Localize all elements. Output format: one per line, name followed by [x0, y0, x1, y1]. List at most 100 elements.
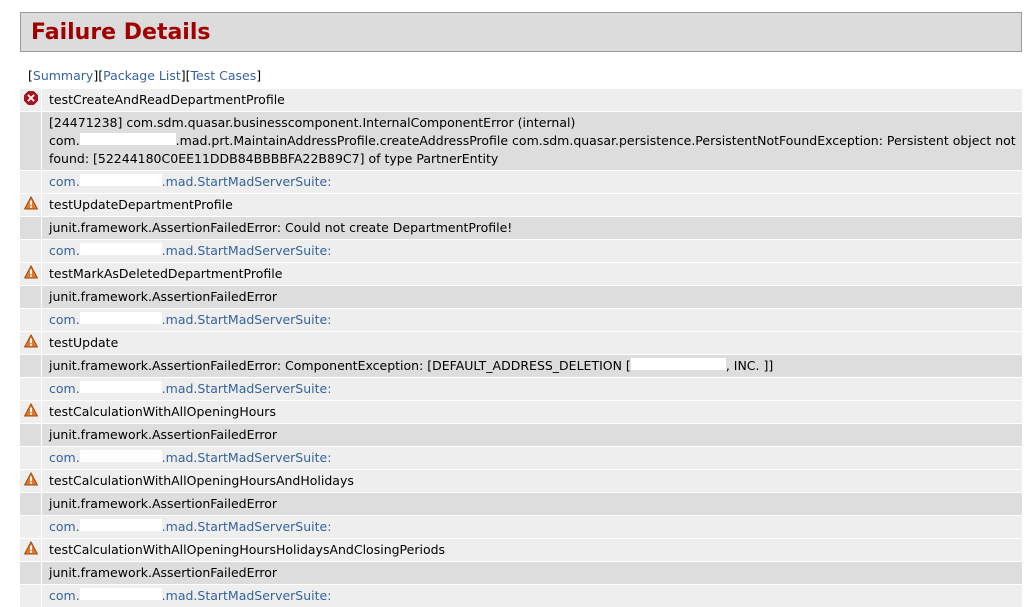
stack-trace-cell: com. .mad.StartMadServerSuite: [42, 516, 1022, 538]
spacer-cell [20, 355, 41, 377]
failure-entry-header: testCreateAndReadDepartmentProfile [20, 89, 1022, 111]
failure-message-cell: junit.framework.AssertionFailedError: Co… [42, 217, 1022, 239]
redacted-text-block [630, 358, 726, 370]
stack-trace-link-suffix: .mad.StartMadServerSuite: [161, 174, 332, 189]
stack-trace-cell: com. .mad.StartMadServerSuite: [42, 309, 1022, 331]
stack-trace-cell: com. .mad.StartMadServerSuite: [42, 447, 1022, 469]
redacted-text-block [79, 450, 162, 462]
stack-trace-row[interactable]: com. .mad.StartMadServerSuite: [20, 585, 1022, 607]
status-icon-cell [20, 470, 41, 492]
stack-trace-row[interactable]: com. .mad.StartMadServerSuite: [20, 240, 1022, 262]
stack-trace-cell: com. .mad.StartMadServerSuite: [42, 378, 1022, 400]
spacer-cell [20, 112, 41, 170]
failure-message-text: junit.framework.AssertionFailedError [49, 289, 278, 304]
status-icon-cell [20, 332, 41, 354]
status-icon-cell [20, 263, 41, 285]
stack-trace-cell: com. .mad.StartMadServerSuite: [42, 240, 1022, 262]
stack-trace-link[interactable]: com. .mad.StartMadServerSuite: [49, 243, 331, 258]
stack-trace-link-suffix: .mad.StartMadServerSuite: [161, 381, 332, 396]
stack-trace-link-suffix: .mad.StartMadServerSuite: [161, 312, 332, 327]
failure-message-row: [24471238] com.sdm.quasar.businesscompon… [20, 112, 1022, 170]
test-name-cell: testCalculationWithAllOpeningHours [42, 401, 1022, 423]
stack-trace-row[interactable]: com. .mad.StartMadServerSuite: [20, 447, 1022, 469]
stack-trace-link-suffix: .mad.StartMadServerSuite: [161, 243, 332, 258]
failure-message-text: junit.framework.AssertionFailedError: Co… [49, 220, 513, 235]
failure-details-table: testCreateAndReadDepartmentProfile [24471… [20, 89, 1022, 607]
stack-trace-link[interactable]: com. .mad.StartMadServerSuite: [49, 381, 331, 396]
failure-message-text: junit.framework.AssertionFailedError [49, 565, 278, 580]
spacer-cell [20, 493, 41, 515]
spacer-cell [20, 240, 41, 262]
failure-message-row: junit.framework.AssertionFailedError [20, 424, 1022, 446]
failure-message-row: junit.framework.AssertionFailedError [20, 562, 1022, 584]
stack-trace-link[interactable]: com. .mad.StartMadServerSuite: [49, 174, 331, 189]
test-name-cell: testUpdateDepartmentProfile [42, 194, 1022, 216]
failure-message-cell: [24471238] com.sdm.quasar.businesscompon… [42, 112, 1022, 170]
failure-entry-header: testCalculationWithAllOpeningHoursHolida… [20, 539, 1022, 561]
spacer-cell [20, 516, 41, 538]
stack-trace-row[interactable]: com. .mad.StartMadServerSuite: [20, 171, 1022, 193]
spacer-cell [20, 424, 41, 446]
test-name: testCalculationWithAllOpeningHours [49, 404, 276, 419]
failure-message-cell: junit.framework.AssertionFailedError [42, 562, 1022, 584]
stack-trace-link-prefix: com. [49, 450, 80, 465]
nav-link-summary[interactable]: Summary [33, 68, 93, 83]
spacer-cell [20, 217, 41, 239]
stack-trace-link-suffix: .mad.StartMadServerSuite: [161, 588, 332, 603]
stack-trace-link-suffix: .mad.StartMadServerSuite: [161, 450, 332, 465]
test-name: testCalculationWithAllOpeningHoursAndHol… [49, 473, 354, 488]
failure-entry-header: testCalculationWithAllOpeningHoursAndHol… [20, 470, 1022, 492]
failure-message-row: junit.framework.AssertionFailedError: Co… [20, 355, 1022, 377]
test-name: testCalculationWithAllOpeningHoursHolida… [49, 542, 446, 557]
stack-trace-link-suffix: .mad.StartMadServerSuite: [161, 519, 332, 534]
failure-message-cell: junit.framework.AssertionFailedError: Co… [42, 355, 1022, 377]
stack-trace-link-prefix: com. [49, 588, 80, 603]
stack-trace-row[interactable]: com. .mad.StartMadServerSuite: [20, 309, 1022, 331]
redacted-text-block [79, 381, 162, 393]
stack-trace-link-prefix: com. [49, 519, 80, 534]
failure-entry-header: testUpdate [20, 332, 1022, 354]
warning-icon [23, 265, 38, 279]
test-name-cell: testCalculationWithAllOpeningHoursAndHol… [42, 470, 1022, 492]
failure-message-text: junit.framework.AssertionFailedError: Co… [49, 358, 631, 373]
stack-trace-link-prefix: com. [49, 381, 80, 396]
stack-trace-cell: com. .mad.StartMadServerSuite: [42, 171, 1022, 193]
failure-entry-header: testUpdateDepartmentProfile [20, 194, 1022, 216]
test-name: testUpdate [49, 335, 119, 350]
stack-trace-row[interactable]: com. .mad.StartMadServerSuite: [20, 378, 1022, 400]
nav-link-package-list[interactable]: Package List [103, 68, 181, 83]
warning-icon [23, 472, 38, 486]
stack-trace-link-prefix: com. [49, 312, 80, 327]
spacer-cell [20, 286, 41, 308]
status-icon-cell [20, 401, 41, 423]
redacted-text-block [79, 243, 162, 255]
redacted-text-block [79, 133, 176, 145]
status-icon-cell [20, 194, 41, 216]
test-name-cell: testMarkAsDeletedDepartmentProfile [42, 263, 1022, 285]
spacer-cell [20, 171, 41, 193]
spacer-cell [20, 378, 41, 400]
status-icon-cell [20, 539, 41, 561]
test-name: testCreateAndReadDepartmentProfile [49, 92, 285, 107]
page-title: Failure Details [31, 19, 211, 45]
stack-trace-link[interactable]: com. .mad.StartMadServerSuite: [49, 450, 331, 465]
stack-trace-link-prefix: com. [49, 243, 80, 258]
failure-message-row: junit.framework.AssertionFailedError: Co… [20, 217, 1022, 239]
error-icon [23, 91, 38, 105]
failure-message-cell: junit.framework.AssertionFailedError [42, 424, 1022, 446]
failure-entry-header: testCalculationWithAllOpeningHours [20, 401, 1022, 423]
stack-trace-link[interactable]: com. .mad.StartMadServerSuite: [49, 519, 331, 534]
redacted-text-block [79, 519, 162, 531]
stack-trace-link[interactable]: com. .mad.StartMadServerSuite: [49, 312, 331, 327]
nav-close-bracket: ] [256, 68, 262, 83]
nav-link-test-cases[interactable]: Test Cases [191, 68, 257, 83]
failure-message-text: junit.framework.AssertionFailedError [49, 427, 278, 442]
stack-trace-link[interactable]: com. .mad.StartMadServerSuite: [49, 588, 331, 603]
warning-icon [23, 196, 38, 210]
test-name-cell: testCreateAndReadDepartmentProfile [42, 89, 1022, 111]
redacted-text-block [79, 312, 162, 324]
spacer-cell [20, 447, 41, 469]
stack-trace-row[interactable]: com. .mad.StartMadServerSuite: [20, 516, 1022, 538]
failure-entry-header: testMarkAsDeletedDepartmentProfile [20, 263, 1022, 285]
redacted-text-block [79, 588, 162, 600]
